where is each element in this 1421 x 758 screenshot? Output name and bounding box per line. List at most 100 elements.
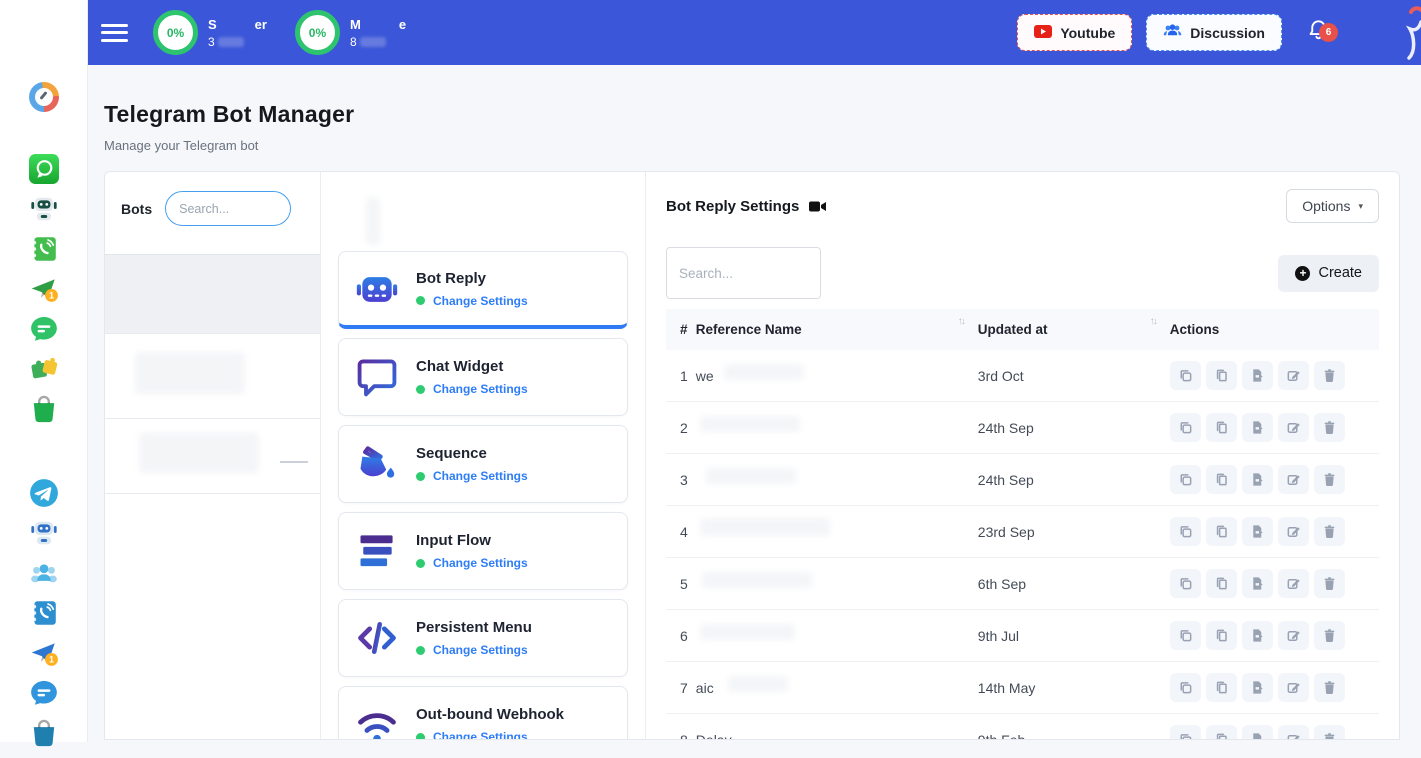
duplicate-button[interactable]: [1206, 361, 1237, 390]
whatsapp-broadcast-icon[interactable]: [29, 234, 59, 264]
change-settings-link[interactable]: Change Settings: [433, 730, 528, 740]
duplicate-button[interactable]: [1206, 465, 1237, 494]
copy-button[interactable]: [1170, 465, 1201, 494]
edit-button[interactable]: [1278, 621, 1309, 650]
edit-button[interactable]: [1278, 361, 1309, 390]
delete-button[interactable]: [1314, 725, 1345, 740]
telegram-broadcast-icon[interactable]: [29, 598, 59, 628]
delete-button[interactable]: [1314, 621, 1345, 650]
create-button[interactable]: + Create: [1278, 255, 1379, 292]
copy-button[interactable]: [1170, 569, 1201, 598]
bots-search-input[interactable]: [165, 191, 291, 226]
top-header: 0% Ser 3 0% Me 8 Youtube: [88, 0, 1421, 65]
col-header-updated-at: Updated at ↑↓: [978, 309, 1170, 350]
whatsapp-chatbot-icon[interactable]: [29, 194, 59, 224]
telegram-group-icon[interactable]: [29, 558, 59, 588]
whatsapp-store-icon[interactable]: [29, 394, 59, 424]
delete-button[interactable]: [1314, 673, 1345, 702]
col-header-num: #: [666, 309, 696, 350]
setting-card-sequence[interactable]: Sequence Change Settings: [338, 425, 628, 503]
copy-button[interactable]: [1170, 413, 1201, 442]
setting-card-bot-reply[interactable]: Bot Reply Change Settings: [338, 251, 628, 329]
export-button[interactable]: [1242, 621, 1273, 650]
duplicate-button[interactable]: [1206, 517, 1237, 546]
setting-card-persistent-menu[interactable]: Persistent Menu Change Settings: [338, 599, 628, 677]
sort-icon[interactable]: ↑↓: [1150, 316, 1162, 331]
telegram-livechat-icon[interactable]: [29, 678, 59, 708]
edit-button[interactable]: [1278, 413, 1309, 442]
duplicate-button[interactable]: [1206, 725, 1237, 740]
duplicate-button[interactable]: [1206, 569, 1237, 598]
persistent-menu-icon: [355, 616, 399, 660]
change-settings-link[interactable]: Change Settings: [433, 556, 528, 570]
delete-button[interactable]: [1314, 569, 1345, 598]
delete-button[interactable]: [1314, 465, 1345, 494]
edit-button[interactable]: [1278, 465, 1309, 494]
message-usage-stat: 0% Me 8: [295, 10, 406, 55]
telegram-store-icon[interactable]: [29, 718, 59, 748]
copy-button[interactable]: [1170, 361, 1201, 390]
edit-button[interactable]: [1278, 673, 1309, 702]
delete-button[interactable]: [1314, 413, 1345, 442]
bot-list-item[interactable]: [105, 334, 320, 419]
export-button[interactable]: [1242, 569, 1273, 598]
change-settings-link[interactable]: Change Settings: [433, 382, 528, 396]
copy-button[interactable]: [1170, 621, 1201, 650]
setting-card-title: Bot Reply: [416, 270, 528, 287]
edit-button[interactable]: [1278, 569, 1309, 598]
message-progress-ring: 0%: [295, 10, 340, 55]
whatsapp-campaign-icon[interactable]: 1: [29, 274, 59, 304]
bots-label: Bots: [121, 201, 152, 217]
table-row: 3 24th Sep: [666, 454, 1379, 506]
manager-panel: Bots: [104, 171, 1400, 740]
export-button[interactable]: [1242, 465, 1273, 494]
corner-decoration: [1387, 4, 1421, 62]
table-search-input[interactable]: [666, 247, 821, 299]
copy-button[interactable]: [1170, 725, 1201, 740]
edit-button[interactable]: [1278, 725, 1309, 740]
video-camera-icon[interactable]: [809, 199, 826, 214]
change-settings-link[interactable]: Change Settings: [433, 469, 528, 483]
page-title: Telegram Bot Manager: [104, 101, 1400, 128]
telegram-chatbot-icon[interactable]: [29, 518, 59, 548]
export-button[interactable]: [1242, 413, 1273, 442]
export-button[interactable]: [1242, 725, 1273, 740]
change-settings-link[interactable]: Change Settings: [433, 643, 528, 657]
discussion-button[interactable]: Discussion: [1146, 14, 1282, 51]
dashboard-icon[interactable]: [29, 82, 59, 112]
integrations-puzzle-icon[interactable]: [29, 354, 59, 384]
duplicate-button[interactable]: [1206, 621, 1237, 650]
change-settings-link[interactable]: Change Settings: [433, 294, 528, 308]
export-button[interactable]: [1242, 361, 1273, 390]
sort-icon[interactable]: ↑↓: [958, 316, 970, 331]
duplicate-button[interactable]: [1206, 413, 1237, 442]
bot-list-item[interactable]: [105, 254, 320, 334]
edit-button[interactable]: [1278, 517, 1309, 546]
telegram-icon[interactable]: [29, 478, 59, 508]
duplicate-button[interactable]: [1206, 673, 1237, 702]
setting-card-outbound-webhook[interactable]: Out-bound Webhook Change Settings: [338, 686, 628, 740]
telegram-campaign-icon[interactable]: 1: [29, 638, 59, 668]
redacted-content: [139, 433, 259, 473]
youtube-button[interactable]: Youtube: [1017, 14, 1132, 51]
reference-name: aic: [696, 662, 978, 714]
bot-list-item[interactable]: [105, 419, 320, 494]
table-row: 4 23rd Sep: [666, 506, 1379, 558]
copy-button[interactable]: [1170, 673, 1201, 702]
setting-card-input-flow[interactable]: Input Flow Change Settings: [338, 512, 628, 590]
setting-card-chat-widget[interactable]: Chat Widget Change Settings: [338, 338, 628, 416]
whatsapp-icon[interactable]: [29, 154, 59, 184]
export-button[interactable]: [1242, 517, 1273, 546]
copy-button[interactable]: [1170, 517, 1201, 546]
status-dot: [416, 646, 425, 655]
delete-button[interactable]: [1314, 361, 1345, 390]
delete-button[interactable]: [1314, 517, 1345, 546]
table-header-row: # Reference Name ↑↓ Updated at ↑↓ Action…: [666, 309, 1379, 350]
table-row: 5 6th Sep: [666, 558, 1379, 610]
options-dropdown-button[interactable]: Options ▾: [1286, 189, 1379, 223]
hamburger-menu-icon[interactable]: [101, 19, 128, 46]
notifications-bell[interactable]: 6: [1306, 18, 1331, 48]
whatsapp-livechat-icon[interactable]: [29, 314, 59, 344]
export-button[interactable]: [1242, 673, 1273, 702]
reference-name: [696, 610, 978, 662]
